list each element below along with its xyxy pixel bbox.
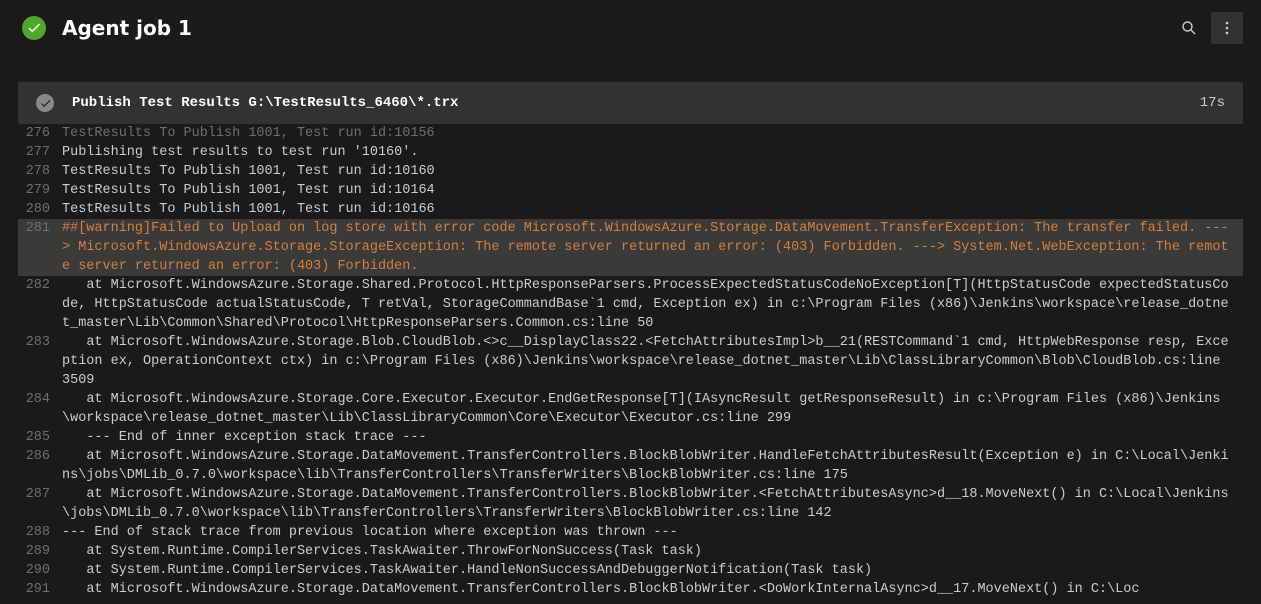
log-line[interactable]: 287 at Microsoft.WindowsAzure.Storage.Da… xyxy=(18,485,1243,523)
line-text: --- End of inner exception stack trace -… xyxy=(62,428,1243,447)
log-line[interactable]: 289 at System.Runtime.CompilerServices.T… xyxy=(18,542,1243,561)
page-header: Agent job 1 xyxy=(0,0,1261,58)
line-text: TestResults To Publish 1001, Test run id… xyxy=(62,181,1243,200)
line-text: TestResults To Publish 1001, Test run id… xyxy=(62,162,1243,181)
line-number: 283 xyxy=(18,333,62,352)
line-text: TestResults To Publish 1001, Test run id… xyxy=(62,124,1243,143)
log-output[interactable]: 276TestResults To Publish 1001, Test run… xyxy=(18,124,1243,599)
log-line[interactable]: 276TestResults To Publish 1001, Test run… xyxy=(18,124,1243,143)
search-icon xyxy=(1181,20,1197,36)
line-number: 290 xyxy=(18,561,62,580)
log-line[interactable]: 291 at Microsoft.WindowsAzure.Storage.Da… xyxy=(18,580,1243,599)
header-actions xyxy=(1173,12,1243,44)
log-line[interactable]: 279TestResults To Publish 1001, Test run… xyxy=(18,181,1243,200)
line-number: 280 xyxy=(18,200,62,219)
line-text: Publishing test results to test run '101… xyxy=(62,143,1243,162)
log-line[interactable]: 285 --- End of inner exception stack tra… xyxy=(18,428,1243,447)
log-line[interactable]: 280TestResults To Publish 1001, Test run… xyxy=(18,200,1243,219)
task-header[interactable]: Publish Test Results G:\TestResults_6460… xyxy=(18,82,1243,124)
line-text: at Microsoft.WindowsAzure.Storage.Core.E… xyxy=(62,390,1243,428)
line-number: 286 xyxy=(18,447,62,466)
log-line[interactable]: 281##[warning]Failed to Upload on log st… xyxy=(18,219,1243,276)
line-text: at Microsoft.WindowsAzure.Storage.Shared… xyxy=(62,276,1243,333)
log-line[interactable]: 278TestResults To Publish 1001, Test run… xyxy=(18,162,1243,181)
log-line[interactable]: 282 at Microsoft.WindowsAzure.Storage.Sh… xyxy=(18,276,1243,333)
line-text: --- End of stack trace from previous loc… xyxy=(62,523,1243,542)
line-text: at Microsoft.WindowsAzure.Storage.DataMo… xyxy=(62,485,1243,523)
task-title: Publish Test Results G:\TestResults_6460… xyxy=(72,95,1182,111)
more-actions-button[interactable] xyxy=(1211,12,1243,44)
line-number: 276 xyxy=(18,124,62,143)
line-text: TestResults To Publish 1001, Test run id… xyxy=(62,200,1243,219)
more-vertical-icon xyxy=(1219,20,1235,36)
log-line[interactable]: 286 at Microsoft.WindowsAzure.Storage.Da… xyxy=(18,447,1243,485)
log-line[interactable]: 290 at System.Runtime.CompilerServices.T… xyxy=(18,561,1243,580)
line-number: 282 xyxy=(18,276,62,295)
task-duration: 17s xyxy=(1200,95,1225,111)
line-text: at Microsoft.WindowsAzure.Storage.DataMo… xyxy=(62,580,1243,599)
task-status-success-icon xyxy=(36,94,54,112)
log-line[interactable]: 284 at Microsoft.WindowsAzure.Storage.Co… xyxy=(18,390,1243,428)
line-number: 285 xyxy=(18,428,62,447)
job-status-success-icon xyxy=(22,16,46,40)
line-number: 278 xyxy=(18,162,62,181)
line-number: 279 xyxy=(18,181,62,200)
line-number: 289 xyxy=(18,542,62,561)
line-number: 277 xyxy=(18,143,62,162)
search-button[interactable] xyxy=(1173,12,1205,44)
line-text: ##[warning]Failed to Upload on log store… xyxy=(62,219,1243,276)
line-number: 281 xyxy=(18,219,62,238)
log-line[interactable]: 283 at Microsoft.WindowsAzure.Storage.Bl… xyxy=(18,333,1243,390)
line-number: 284 xyxy=(18,390,62,409)
log-line[interactable]: 288--- End of stack trace from previous … xyxy=(18,523,1243,542)
page-title: Agent job 1 xyxy=(62,16,1157,40)
line-text: at Microsoft.WindowsAzure.Storage.Blob.C… xyxy=(62,333,1243,390)
line-text: at System.Runtime.CompilerServices.TaskA… xyxy=(62,542,1243,561)
log-line[interactable]: 277Publishing test results to test run '… xyxy=(18,143,1243,162)
line-number: 291 xyxy=(18,580,62,599)
line-number: 287 xyxy=(18,485,62,504)
line-text: at Microsoft.WindowsAzure.Storage.DataMo… xyxy=(62,447,1243,485)
line-text: at System.Runtime.CompilerServices.TaskA… xyxy=(62,561,1243,580)
line-number: 288 xyxy=(18,523,62,542)
